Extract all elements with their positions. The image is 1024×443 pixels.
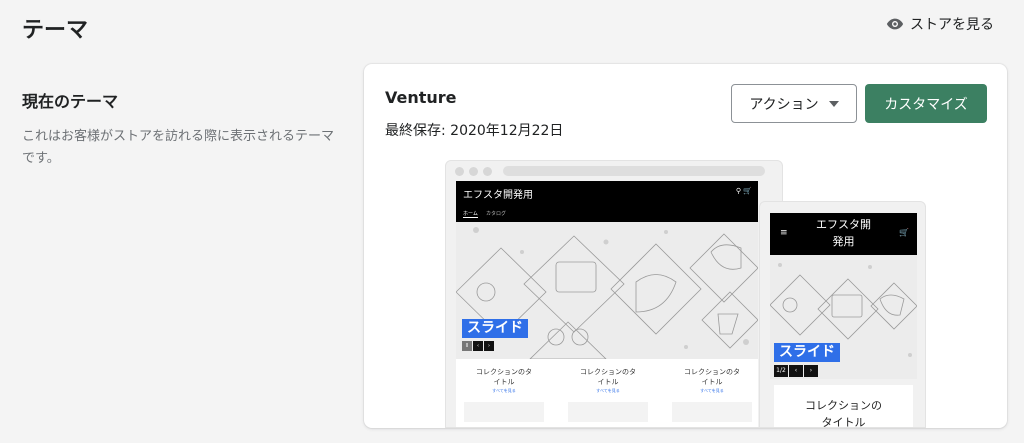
cart-icon: 🛒: [899, 228, 909, 237]
view-store-label: ストアを見る: [910, 17, 994, 33]
collection-card: コレクションのタ イトル すべてを見る: [460, 367, 548, 422]
browser-chrome: [446, 161, 782, 181]
collection-title-line: イトル: [597, 378, 619, 386]
preview-hero-slideshow: スライド II ‹ ›: [456, 222, 758, 359]
preview-store-name: エフスタ開発用: [463, 190, 533, 201]
preview-tab-catalog: カタログ: [486, 211, 507, 217]
product-illustration: [456, 227, 758, 359]
window-dot: [469, 166, 478, 176]
collection-image: [568, 402, 648, 422]
collection-title-line: コレクションのタ: [476, 368, 532, 376]
mobile-hero-slideshow: スライド 1/2 ‹ ›: [770, 255, 917, 379]
pager-prev: ‹: [473, 341, 483, 351]
customize-button[interactable]: カスタマイズ: [865, 84, 987, 123]
mobile-store-name: エフスタ開 発用: [798, 216, 889, 250]
collection-title-line: イトル: [701, 378, 723, 386]
current-theme-heading: 現在のテーマ: [22, 92, 119, 111]
collection-title-line: コレクションのタ: [580, 368, 636, 376]
preview-collections: コレクションのタ イトル すべてを見る コレクションのタ イトル すべてを見る …: [460, 367, 756, 422]
theme-name: Venture: [385, 88, 457, 107]
collection-card: コレクションのタ イトル すべてを見る: [668, 367, 756, 422]
actions-label: アクション: [749, 96, 819, 113]
mobile-preview-header: ≡ エフスタ開 発用 🛒: [770, 213, 917, 255]
mobile-collection-title-line: タイトル: [821, 416, 866, 428]
view-store-link[interactable]: ストアを見る: [886, 14, 994, 34]
page-title: テーマ: [22, 18, 89, 43]
preview-slide-label: スライド: [462, 319, 528, 338]
pager-next: ›: [804, 365, 818, 377]
desktop-theme-preview: エフスタ開発用 ⚲ 🛒 ホーム カタログ スライド II ‹ › コレクションの…: [445, 160, 783, 428]
hamburger-menu-icon: ≡: [780, 228, 788, 238]
pager-count: 1/2: [774, 365, 788, 377]
pager-next: ›: [484, 341, 494, 351]
eye-icon: [886, 18, 904, 30]
collection-view-all: すべてを見る: [492, 388, 516, 393]
collection-title-line: イトル: [493, 378, 515, 386]
mobile-theme-preview: ≡ エフスタ開 発用 🛒 スライド 1/2 ‹ › コレクションの タイトル: [759, 201, 926, 428]
url-bar: [503, 166, 765, 176]
mobile-collection-title-line: コレクションの: [805, 399, 882, 412]
collection-image: [672, 402, 752, 422]
preview-slide-pager: II ‹ ›: [462, 341, 494, 351]
collection-image: [464, 402, 544, 422]
preview-tab-home: ホーム: [463, 211, 478, 218]
mobile-slide-pager: 1/2 ‹ ›: [774, 365, 818, 377]
preview-header: エフスタ開発用 ⚲ 🛒 ホーム カタログ: [456, 181, 758, 222]
pager-prev: ‹: [789, 365, 803, 377]
current-theme-description: これはお客様がストアを訪れる際に表示されるテーマです。: [22, 129, 335, 166]
window-dot: [483, 166, 492, 176]
mobile-store-name-line: エフスタ開: [816, 218, 871, 231]
mobile-store-name-line: 発用: [832, 235, 855, 248]
collection-view-all: すべてを見る: [700, 388, 724, 393]
collection-card: コレクションのタ イトル すべてを見る: [564, 367, 652, 422]
mobile-slide-label: スライド: [774, 343, 840, 362]
actions-dropdown-button[interactable]: アクション: [731, 84, 857, 123]
collection-title-line: コレクションのタ: [684, 368, 740, 376]
theme-last-saved: 最終保存: 2020年12月22日: [385, 123, 564, 139]
search-cart-icons: ⚲ 🛒: [735, 187, 752, 195]
window-dot: [455, 166, 464, 176]
mobile-collection-title: コレクションの タイトル: [774, 397, 913, 428]
pager-pause: II: [462, 341, 472, 351]
collection-view-all: すべてを見る: [596, 388, 620, 393]
theme-card: Venture 最終保存: 2020年12月22日 アクション カスタマイズ エ…: [364, 64, 1007, 428]
caret-down-icon: [828, 100, 839, 107]
